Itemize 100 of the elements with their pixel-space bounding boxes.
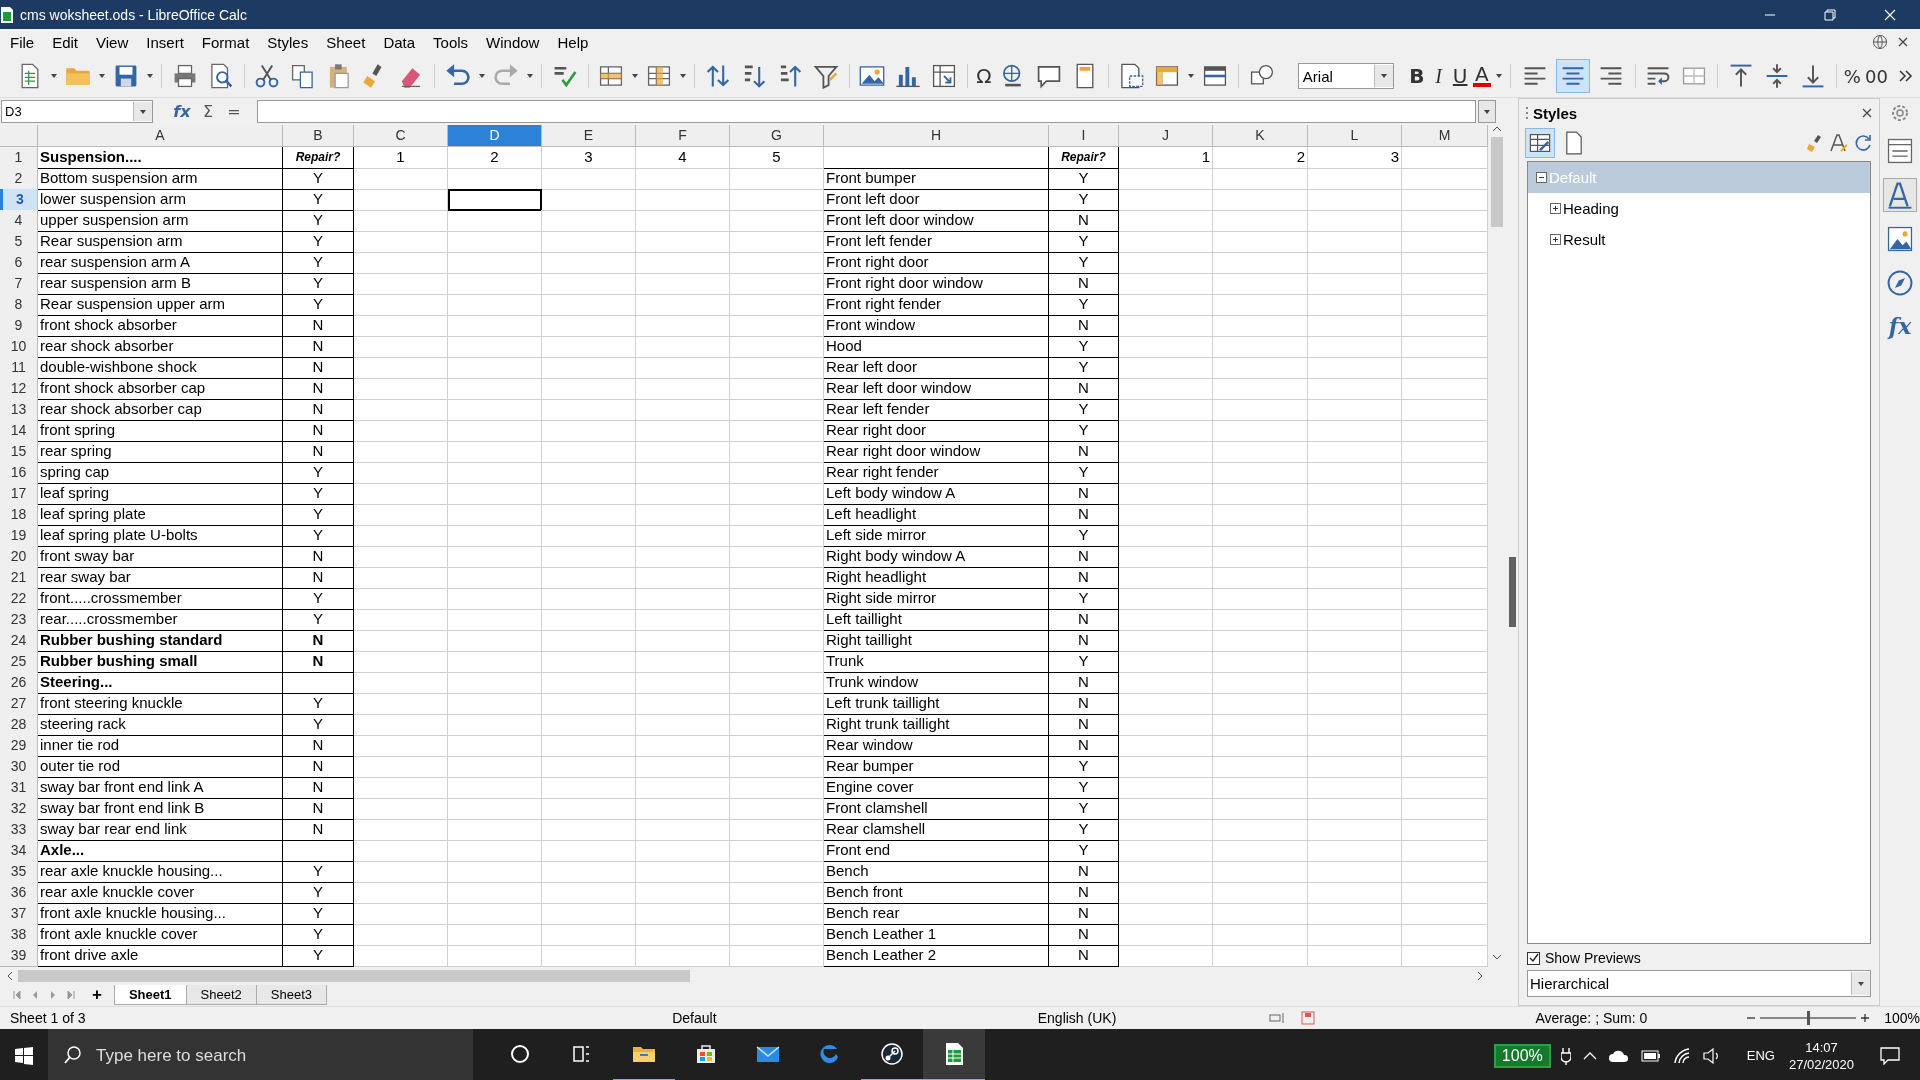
row-header[interactable]: 4 bbox=[0, 210, 38, 232]
table-cell[interactable]: Y bbox=[1049, 336, 1119, 358]
search-field[interactable]: Type here to search bbox=[48, 1029, 473, 1080]
table-cell[interactable]: double-wishbone shock bbox=[38, 357, 283, 379]
row-header[interactable]: 23 bbox=[0, 609, 38, 631]
row-header[interactable]: 18 bbox=[0, 504, 38, 526]
row-header[interactable]: 2 bbox=[0, 168, 38, 190]
bold-button[interactable]: B bbox=[1408, 62, 1426, 90]
table-cell[interactable]: Y bbox=[283, 483, 354, 505]
table-cell[interactable]: Y bbox=[1049, 357, 1119, 379]
table-cell[interactable]: 1 bbox=[1119, 147, 1213, 169]
table-cell[interactable]: Front end bbox=[824, 840, 1049, 862]
table-cell[interactable]: Rear right door window bbox=[824, 441, 1049, 463]
row-header[interactable]: 36 bbox=[0, 882, 38, 904]
wifi-icon[interactable] bbox=[1672, 1047, 1691, 1064]
chevron-up-icon[interactable] bbox=[1582, 1050, 1597, 1061]
table-cell[interactable]: leaf spring plate bbox=[38, 504, 283, 526]
expand-icon[interactable] bbox=[1550, 203, 1561, 214]
table-cell[interactable]: Rear left fender bbox=[824, 399, 1049, 421]
style-item[interactable]: Heading bbox=[1563, 200, 1619, 217]
table-cell[interactable]: Y bbox=[283, 714, 354, 736]
menu-item[interactable]: Window bbox=[478, 33, 548, 51]
table-cell[interactable]: Y bbox=[283, 693, 354, 715]
column-header[interactable]: E bbox=[542, 125, 636, 147]
table-cell[interactable]: Left taillight bbox=[824, 609, 1049, 631]
table-cell[interactable]: Trunk bbox=[824, 651, 1049, 673]
table-cell[interactable]: Axle... bbox=[38, 840, 283, 862]
taskbar-button[interactable] bbox=[923, 1029, 985, 1080]
table-cell[interactable]: Bottom suspension arm bbox=[38, 168, 283, 190]
table-cell[interactable]: N bbox=[1049, 273, 1119, 295]
row-header[interactable]: 19 bbox=[0, 525, 38, 547]
row-header[interactable]: 31 bbox=[0, 777, 38, 799]
table-cell[interactable]: sway bar front end link A bbox=[38, 777, 283, 799]
table-cell[interactable]: Y bbox=[283, 609, 354, 631]
row-header[interactable]: 1 bbox=[0, 147, 38, 169]
table-cell[interactable]: leaf spring bbox=[38, 483, 283, 505]
table-cell[interactable]: front.....crossmember bbox=[38, 588, 283, 610]
menu-item[interactable]: Format bbox=[193, 33, 258, 51]
table-cell[interactable]: Front window bbox=[824, 315, 1049, 337]
table-cell[interactable]: Rear suspension arm bbox=[38, 231, 283, 253]
add-sheet-button[interactable]: + bbox=[92, 985, 102, 1005]
table-cell[interactable]: N bbox=[1049, 546, 1119, 568]
selected-cell[interactable] bbox=[448, 189, 542, 211]
caret-icon[interactable] bbox=[1857, 979, 1865, 988]
decimal-places-button[interactable]: 00 bbox=[1865, 62, 1888, 90]
zoom-level[interactable]: 100% bbox=[1884, 1010, 1920, 1026]
notification-icon[interactable] bbox=[1880, 1046, 1900, 1065]
table-cell[interactable]: Y bbox=[283, 189, 354, 211]
underline-button[interactable]: U bbox=[1451, 62, 1469, 90]
row-header[interactable]: 24 bbox=[0, 630, 38, 652]
table-cell[interactable]: N bbox=[283, 756, 354, 778]
scrollbar-thumb[interactable] bbox=[18, 969, 690, 982]
table-cell[interactable]: Rear window bbox=[824, 735, 1049, 757]
caret-icon[interactable] bbox=[1494, 72, 1503, 80]
table-cell[interactable]: N bbox=[1049, 672, 1119, 694]
table-cell[interactable]: Rear right door bbox=[824, 420, 1049, 442]
row-header[interactable]: 9 bbox=[0, 315, 38, 337]
row-header[interactable]: 15 bbox=[0, 441, 38, 463]
table-cell[interactable]: lower suspension arm bbox=[38, 189, 283, 211]
table-cell[interactable]: Y bbox=[283, 882, 354, 904]
table-cell[interactable]: N bbox=[1049, 630, 1119, 652]
row-header[interactable]: 38 bbox=[0, 924, 38, 946]
table-cell[interactable]: N bbox=[1049, 315, 1119, 337]
table-cell[interactable]: Y bbox=[1049, 420, 1119, 442]
table-cell[interactable]: Front clamshell bbox=[824, 798, 1049, 820]
table-cell[interactable]: Left trunk taillight bbox=[824, 693, 1049, 715]
table-cell[interactable]: Front left fender bbox=[824, 231, 1049, 253]
close-icon[interactable] bbox=[1861, 107, 1873, 119]
table-cell[interactable]: Bench rear bbox=[824, 903, 1049, 925]
table-cell[interactable]: N bbox=[283, 630, 354, 652]
table-cell[interactable]: inner tie rod bbox=[38, 735, 283, 757]
table-cell[interactable]: N bbox=[283, 336, 354, 358]
table-cell[interactable]: N bbox=[1049, 378, 1119, 400]
table-cell[interactable]: Y bbox=[1049, 777, 1119, 799]
table-cell[interactable]: N bbox=[283, 567, 354, 589]
row-header[interactable]: 3 bbox=[0, 189, 38, 211]
table-cell[interactable]: Y bbox=[1049, 840, 1119, 862]
table-cell[interactable]: Y bbox=[1049, 588, 1119, 610]
table-cell[interactable]: Left headlight bbox=[824, 504, 1049, 526]
table-cell[interactable]: front shock absorber bbox=[38, 315, 283, 337]
functions-button[interactable]: fx bbox=[1885, 310, 1915, 342]
table-cell[interactable]: front shock absorber cap bbox=[38, 378, 283, 400]
table-cell[interactable]: Y bbox=[283, 861, 354, 883]
table-cell[interactable]: Y bbox=[1049, 168, 1119, 190]
table-cell[interactable]: Right headlight bbox=[824, 567, 1049, 589]
table-cell[interactable]: N bbox=[1049, 735, 1119, 757]
font-name-field[interactable]: Arial bbox=[1297, 63, 1395, 89]
table-cell[interactable]: rear shock absorber cap bbox=[38, 399, 283, 421]
battery-icon[interactable] bbox=[1640, 1049, 1661, 1062]
scroll-up-icon[interactable] bbox=[1492, 125, 1502, 133]
table-cell[interactable]: sway bar rear end link bbox=[38, 819, 283, 841]
column-header[interactable]: F bbox=[636, 125, 730, 147]
styles-icon[interactable] bbox=[1883, 178, 1917, 212]
grip-icon[interactable] bbox=[1525, 106, 1529, 120]
table-cell[interactable]: 1 bbox=[354, 147, 448, 169]
table-cell[interactable]: Suspension.... bbox=[38, 147, 283, 169]
caret-icon[interactable] bbox=[1187, 72, 1196, 80]
table-cell[interactable]: Y bbox=[283, 924, 354, 946]
table-cell[interactable]: Rear clamshell bbox=[824, 819, 1049, 841]
table-cell[interactable]: Y bbox=[1049, 756, 1119, 778]
